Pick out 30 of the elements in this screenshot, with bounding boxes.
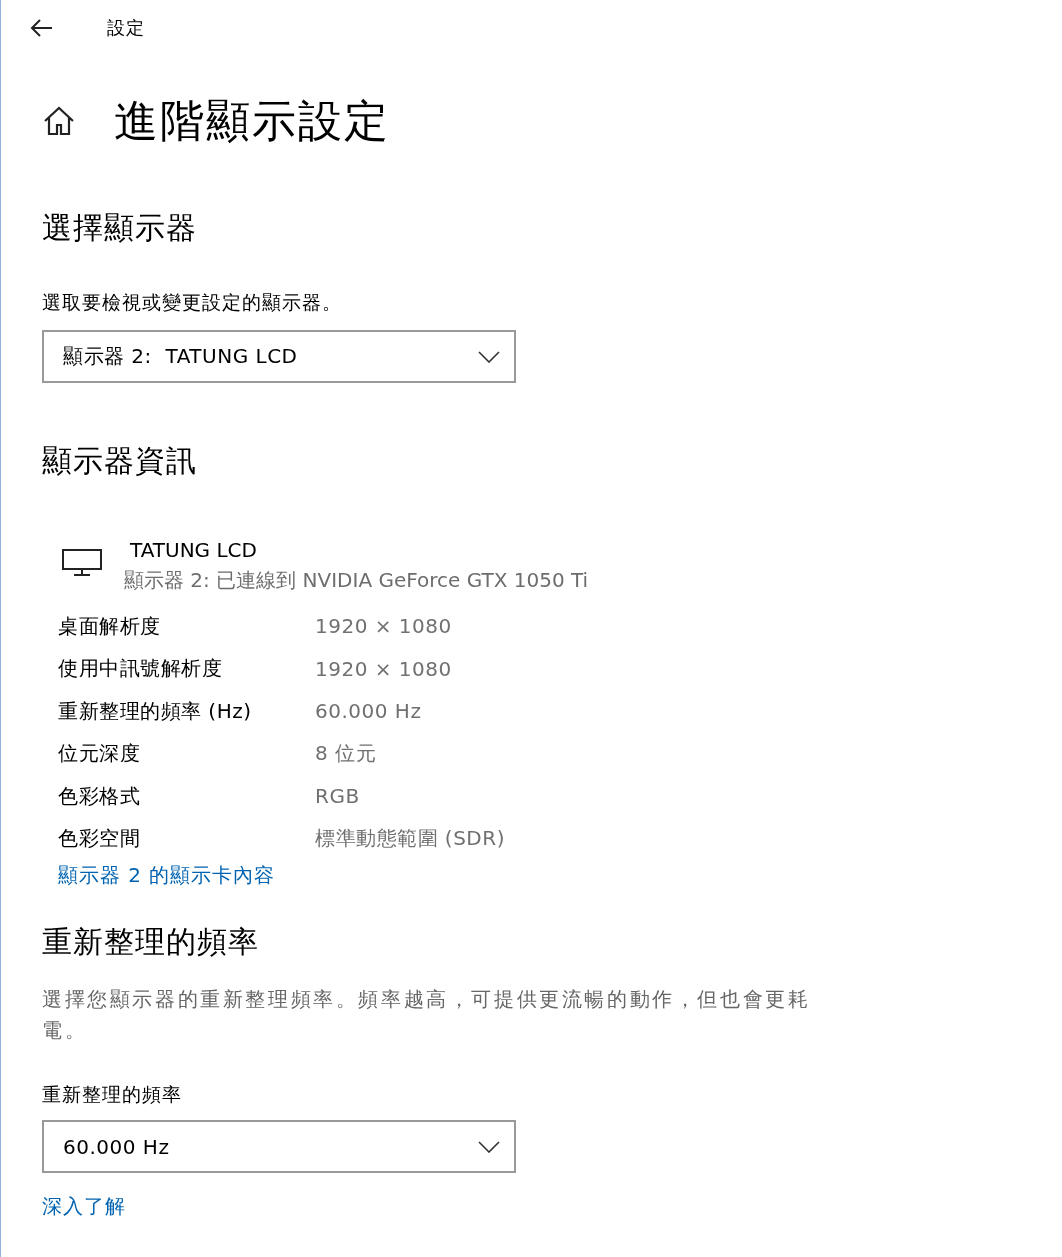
field-label: 重新整理的頻率: [42, 1082, 183, 1107]
info-label: 色彩空間: [58, 825, 141, 853]
chevron-down-icon: [478, 350, 500, 363]
info-value: 1920 × 1080: [315, 614, 452, 639]
dropdown[interactable]: 顯示器 2: TATUNG LCD: [42, 330, 516, 383]
info-value: 60.000 Hz: [315, 699, 422, 724]
chevron-down-icon: [478, 1140, 500, 1153]
info-label: 桌面解析度: [58, 612, 162, 640]
page-title: 進階顯示設定: [114, 93, 390, 148]
description-text: 選擇您顯示器的重新整理頻率。頻率越高，可提供更流暢的動作，但也會更耗電。: [42, 986, 812, 1044]
info-label: 色彩格式: [58, 782, 141, 810]
dropdown[interactable]: 60.000 Hz: [42, 1120, 516, 1173]
info-value: 標準動態範圍 (SDR): [315, 825, 505, 853]
monitor-detail: 顯示器 2: 已連線到 NVIDIA GeForce GTX 1050 Ti: [124, 567, 589, 594]
info-value: 1920 × 1080: [315, 656, 452, 681]
field-label: 選取要檢視或變更設定的顯示器。: [42, 290, 343, 315]
info-label: 使用中訊號解析度: [58, 655, 223, 683]
section-heading: 重新整理的頻率: [42, 923, 260, 961]
monitor-icon: [62, 549, 102, 577]
info-value: 8 位元: [315, 740, 377, 768]
section-heading: 顯示器資訊: [42, 442, 198, 480]
window-title: 設定: [107, 16, 145, 40]
monitor-name: TATUNG LCD: [130, 537, 258, 564]
info-value: RGB: [315, 784, 360, 809]
info-label: 重新整理的頻率 (Hz): [58, 697, 253, 725]
learn-more-link[interactable]: 深入了解: [42, 1193, 126, 1220]
adapter-properties-link[interactable]: 顯示器 2 的顯示卡內容: [58, 860, 276, 890]
section-heading: 選擇顯示器: [42, 209, 198, 247]
info-label: 位元深度: [58, 740, 141, 768]
home-icon[interactable]: [42, 105, 76, 137]
